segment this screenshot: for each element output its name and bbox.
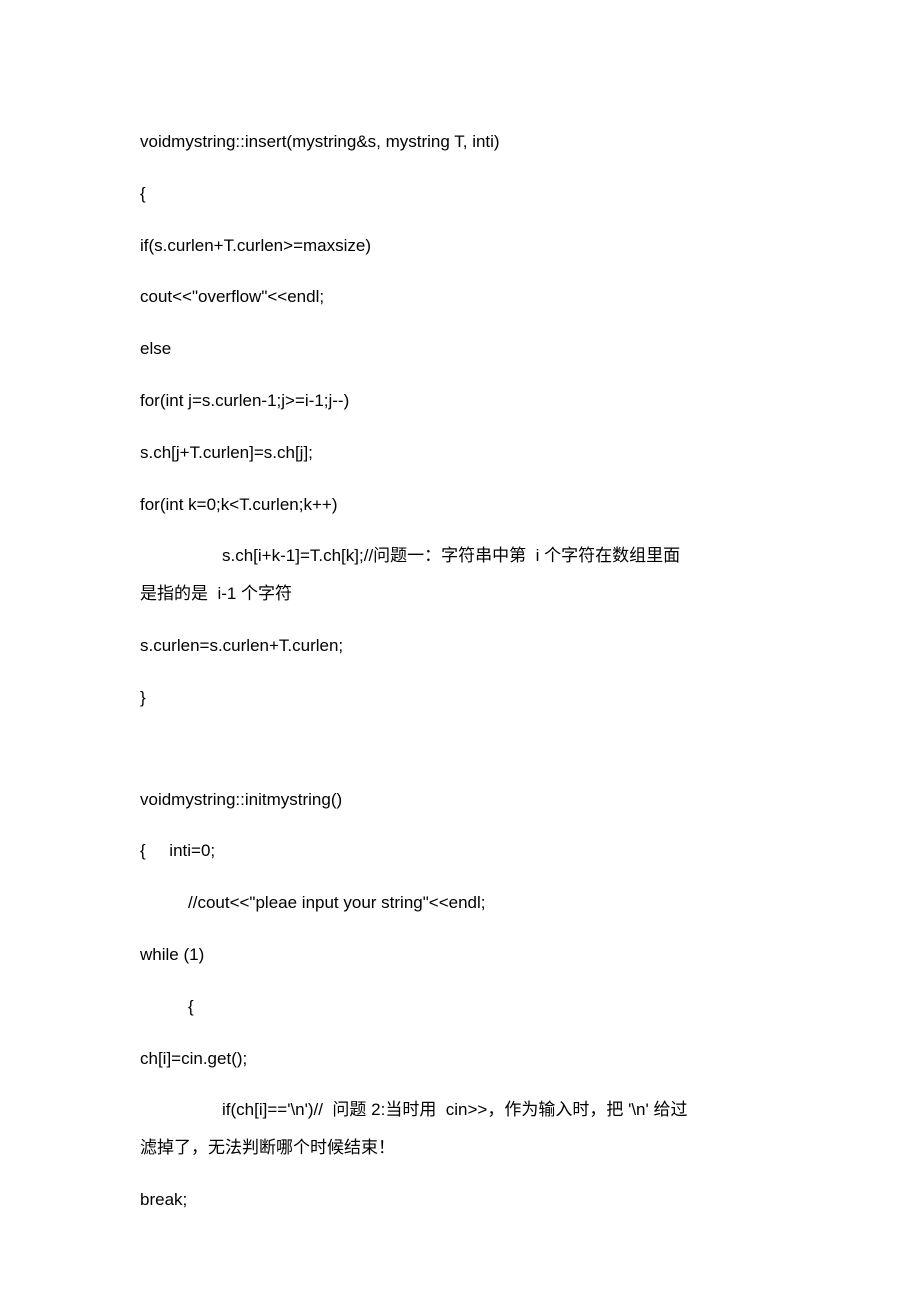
code-line: while (1): [140, 943, 780, 967]
code-line: { inti=0;: [140, 839, 780, 863]
code-line: voidmystring::insert(mystring&s, mystrin…: [140, 130, 780, 154]
code-line: ch[i]=cin.get();: [140, 1047, 780, 1071]
code-line: s.curlen=s.curlen+T.curlen;: [140, 634, 780, 658]
code-line: 滤掉了，无法判断哪个时候结束！: [140, 1136, 780, 1160]
code-line: s.ch[j+T.curlen]=s.ch[j];: [140, 441, 780, 465]
code-line: 是指的是 i-1 个字符: [140, 582, 780, 606]
code-comment-block: s.ch[i+k-1]=T.ch[k];//问题一：字符串中第 i 个字符在数组…: [140, 544, 780, 606]
code-line: for(int j=s.curlen-1;j>=i-1;j--): [140, 389, 780, 413]
code-document-page: voidmystring::insert(mystring&s, mystrin…: [0, 0, 920, 1303]
code-line: for(int k=0;k<T.curlen;k++): [140, 493, 780, 517]
code-line: break;: [140, 1188, 780, 1212]
code-comment-block: if(ch[i]=='\n')// 问题 2:当时用 cin>>，作为输入时，把…: [140, 1098, 780, 1160]
code-line: else: [140, 337, 780, 361]
code-line: {: [140, 995, 780, 1019]
code-line: {: [140, 182, 780, 206]
code-line: if(s.curlen+T.curlen>=maxsize): [140, 234, 780, 258]
code-line: cout<<"overflow"<<endl;: [140, 285, 780, 309]
code-line: voidmystring::initmystring(): [140, 788, 780, 812]
code-line: if(ch[i]=='\n')// 问题 2:当时用 cin>>，作为输入时，把…: [140, 1098, 780, 1122]
code-line: //cout<<"pleae input your string"<<endl;: [140, 891, 780, 915]
blank-line: [140, 738, 780, 788]
code-line: s.ch[i+k-1]=T.ch[k];//问题一：字符串中第 i 个字符在数组…: [140, 544, 780, 568]
code-line: }: [140, 686, 780, 710]
